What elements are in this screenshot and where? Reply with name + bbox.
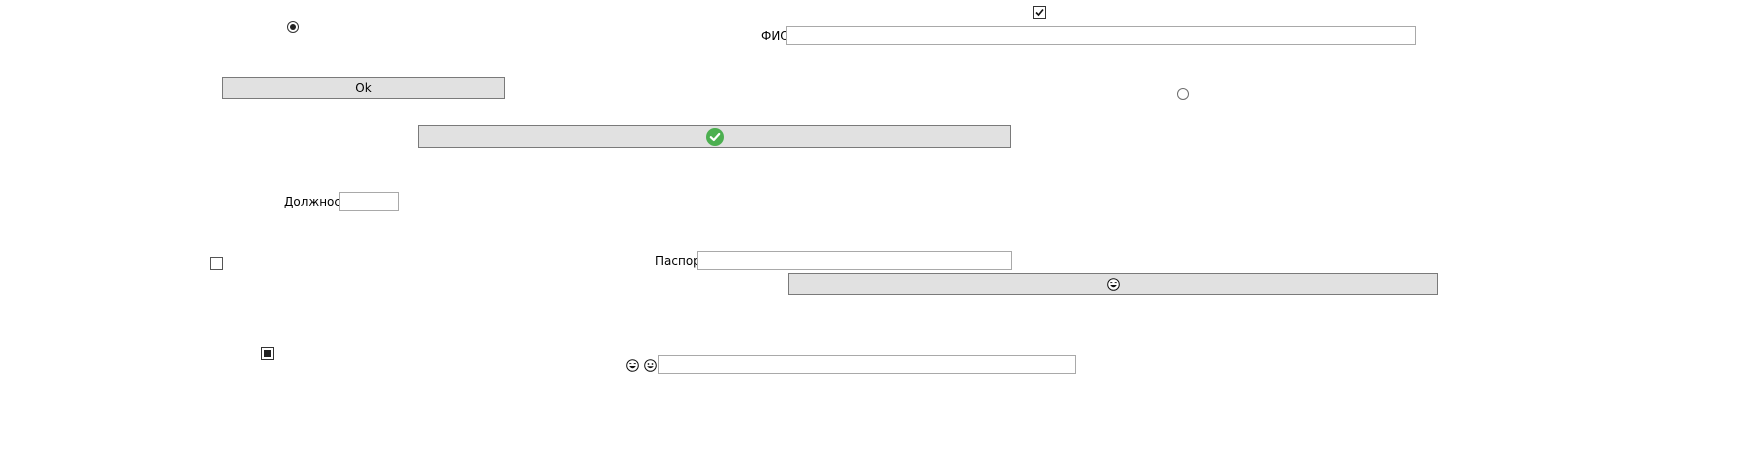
radio-dot: [290, 24, 296, 30]
extra-field[interactable]: [658, 355, 1076, 374]
fio-field[interactable]: [786, 26, 1416, 45]
laughing-face-icon: [626, 359, 639, 372]
laughing-face-icon: [1106, 277, 1120, 291]
emoji-button[interactable]: [788, 273, 1438, 295]
radio-option-1[interactable]: [287, 21, 299, 33]
indeterminate-mark: [264, 350, 271, 357]
radio-option-2[interactable]: [1177, 88, 1189, 100]
grinning-face-icon: [644, 359, 657, 372]
accept-button[interactable]: [418, 125, 1011, 148]
passport-field[interactable]: [697, 251, 1012, 270]
ok-button[interactable]: Ok: [222, 77, 505, 99]
ok-button-label: Ok: [355, 81, 372, 95]
checkbox-2[interactable]: [210, 257, 223, 270]
checkbox-3[interactable]: [261, 347, 274, 360]
position-field[interactable]: [339, 192, 399, 211]
checkmark-icon: [1035, 8, 1044, 17]
checkbox-1[interactable]: [1033, 6, 1046, 19]
check-circle-icon: [705, 127, 724, 146]
